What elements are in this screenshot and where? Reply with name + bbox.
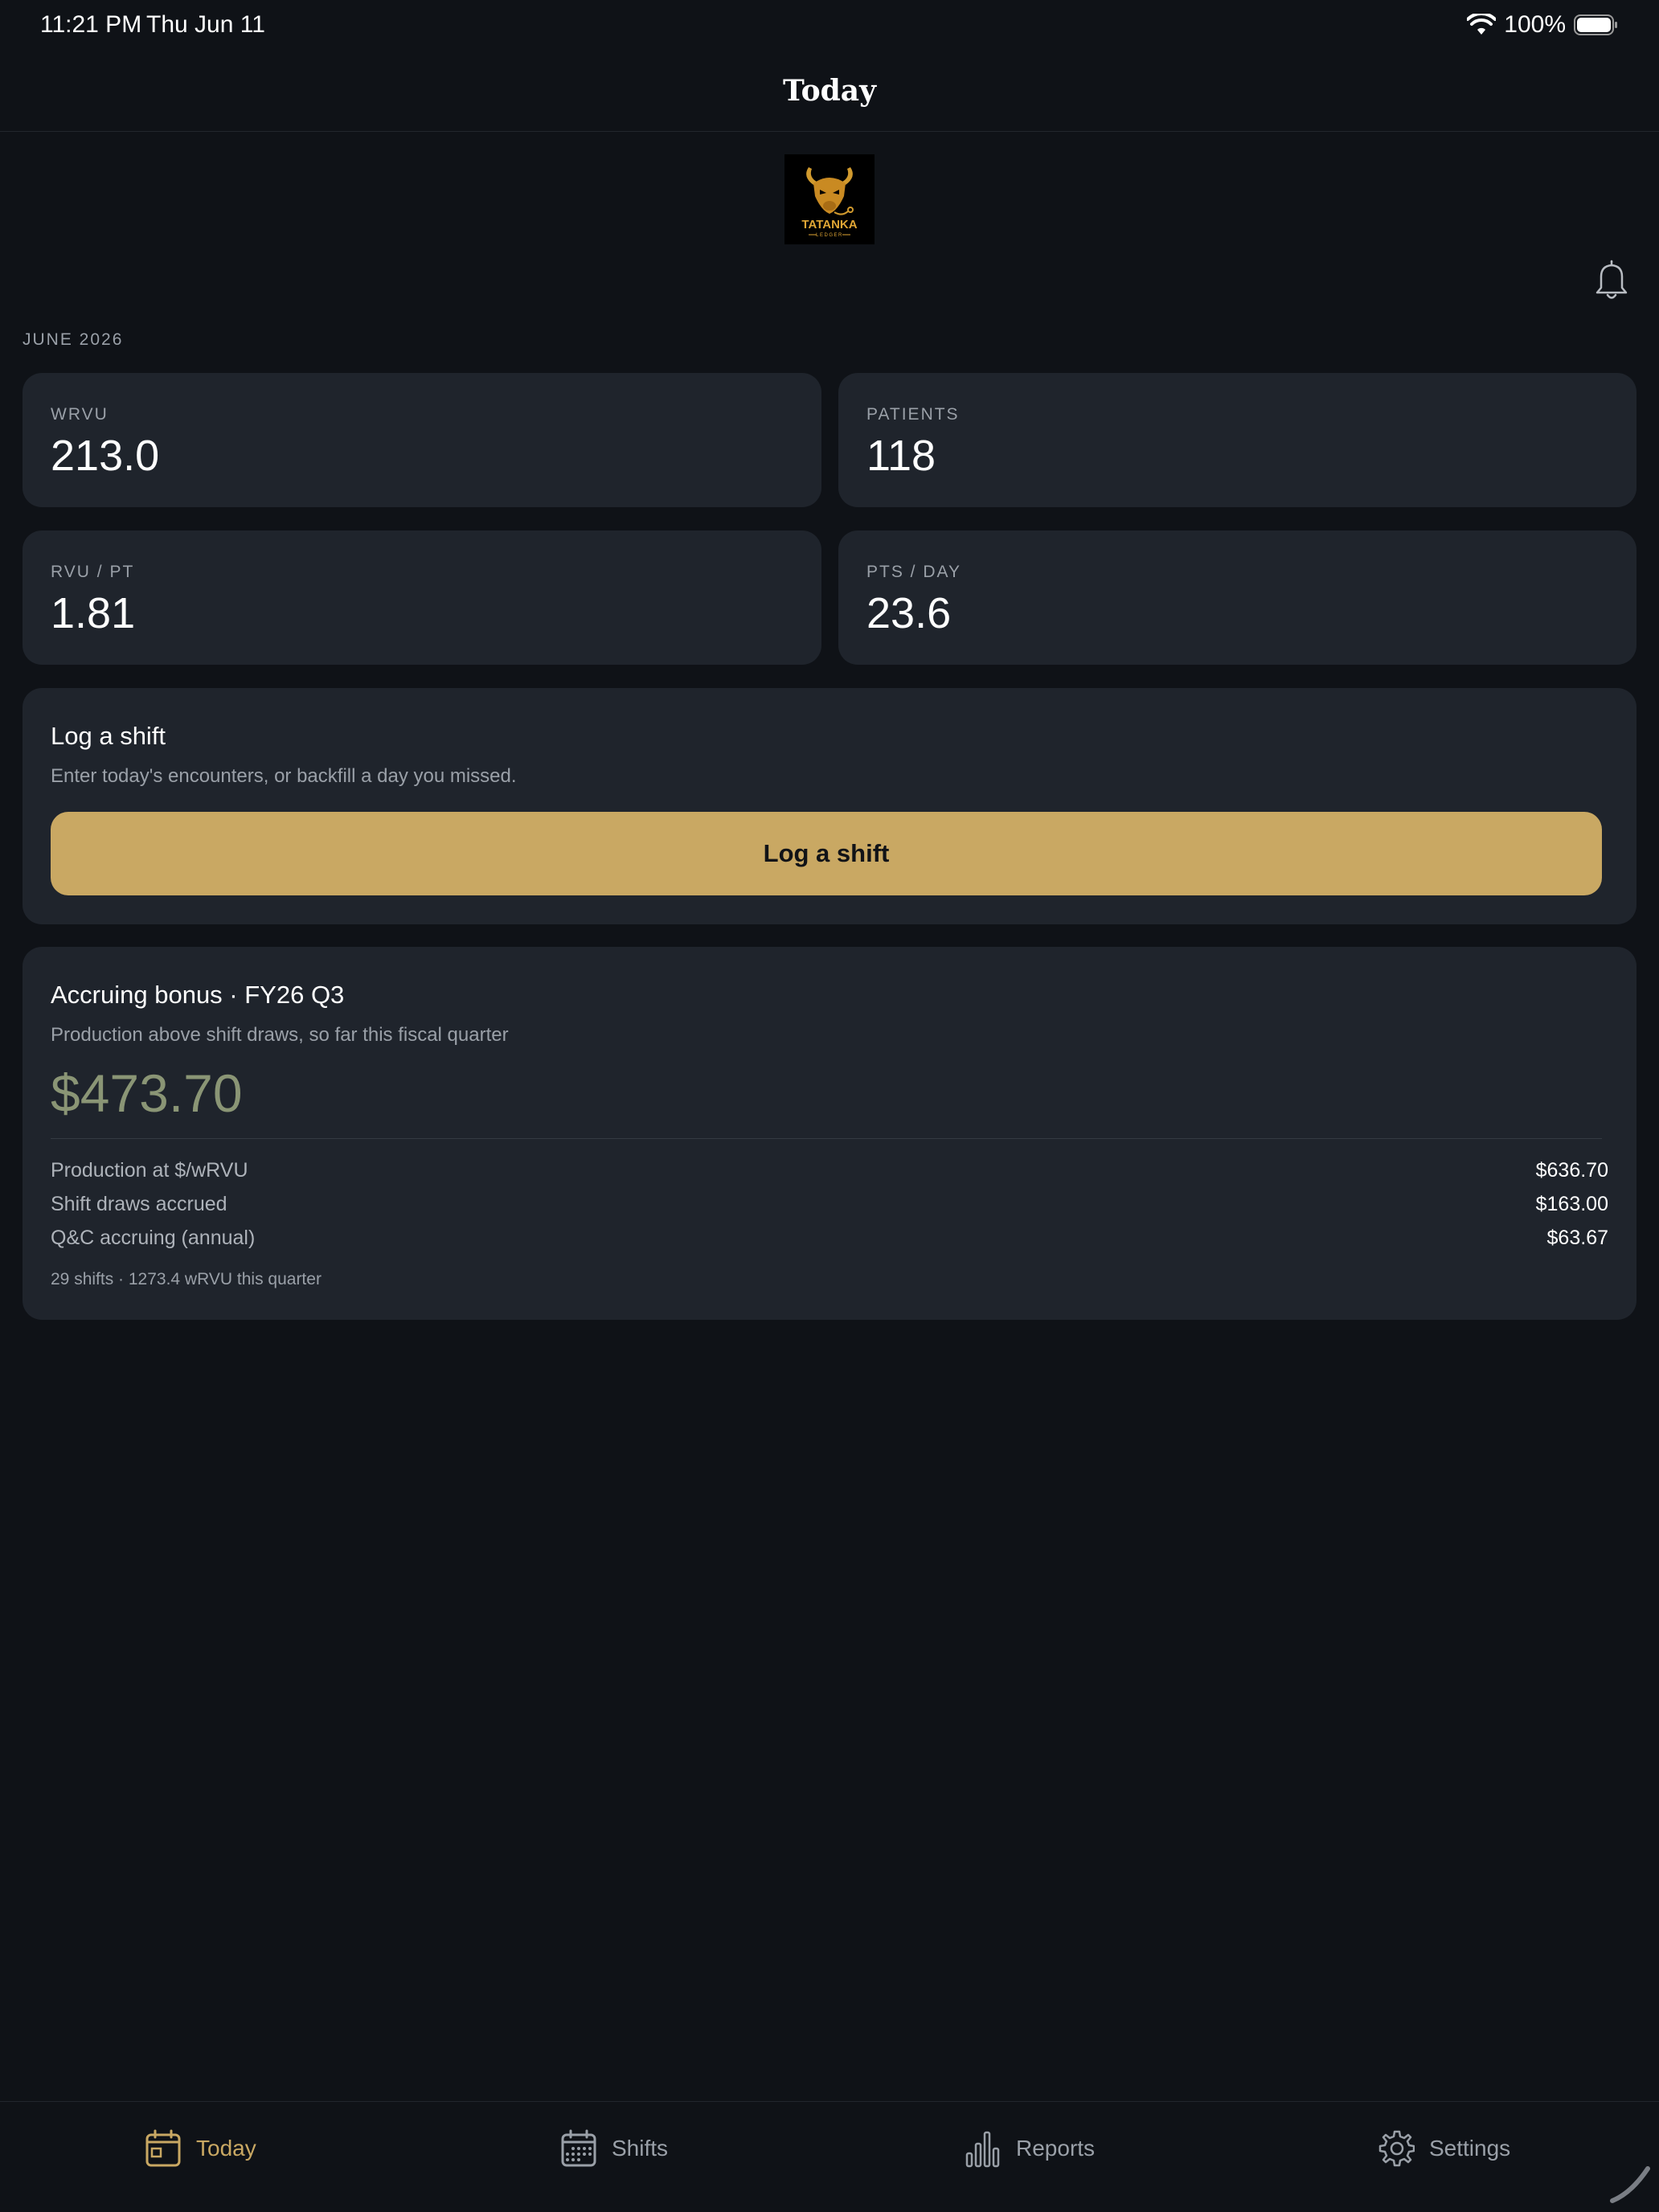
logo-brand-text: TATANKA LEDGER: [801, 218, 857, 238]
month-label: JUNE 2026: [23, 330, 124, 349]
shift-draws-label: Shift draws accrued: [51, 1193, 227, 1215]
wifi-icon: [1467, 14, 1497, 35]
gear-icon: [1378, 2130, 1415, 2167]
bison-logo-icon: TATANKA LEDGER: [784, 154, 875, 244]
production-value: $636.70: [1535, 1159, 1608, 1182]
tab-label: Settings: [1429, 2136, 1511, 2161]
stat-label: RVU / PT: [51, 563, 135, 581]
battery-icon: [1574, 14, 1617, 35]
stat-label: WRVU: [51, 405, 109, 424]
divider: [51, 1138, 1602, 1139]
bonus-amount: $473.70: [51, 1063, 243, 1123]
tab-label: Reports: [1016, 2136, 1096, 2161]
navigation-bar: Today: [0, 51, 1659, 132]
tab-label: Today: [196, 2136, 256, 2161]
stat-card-patients: PATIENTS 118: [838, 373, 1636, 507]
tab-settings[interactable]: Settings: [1378, 2126, 1510, 2171]
stat-card-wrvu: WRVU 213.0: [23, 373, 821, 507]
accruing-bonus-card: Accruing bonus · FY26 Q3 Production abov…: [23, 947, 1636, 1320]
log-shift-card: Log a shift Enter today's encounters, or…: [23, 688, 1636, 924]
quarter-footnote: 29 shifts · 1273.4 wRVU this quarter: [51, 1270, 322, 1288]
stat-value: 118: [866, 432, 936, 480]
qc-accruing-label: Q&C accruing (annual): [51, 1227, 256, 1249]
status-indicators: 100%: [1467, 11, 1619, 39]
tab-reports[interactable]: Reports: [965, 2126, 1095, 2171]
qc-accruing-value: $63.67: [1546, 1227, 1608, 1249]
stat-label: PATIENTS: [866, 405, 960, 424]
calendar-today-icon: [145, 2129, 181, 2167]
stat-value: 23.6: [866, 589, 952, 637]
notifications-button[interactable]: [1593, 259, 1630, 301]
svg-text:LEDGER: LEDGER: [816, 233, 843, 238]
stat-value: 1.81: [51, 589, 136, 637]
today-screen: 11:21 PM Thu Jun 11 100% Today TATANKA L…: [0, 0, 1659, 2212]
stat-label: PTS / DAY: [866, 563, 961, 581]
log-shift-button[interactable]: Log a shift: [51, 812, 1602, 895]
calendar-grid-icon: [561, 2129, 596, 2167]
log-shift-title: Log a shift: [51, 722, 166, 750]
battery-percent: 100%: [1504, 11, 1566, 38]
tab-bar: Today Shifts Reports Settings: [0, 2101, 1659, 2212]
tab-shifts[interactable]: Shifts: [560, 2126, 668, 2171]
status-time: 11:21 PM: [40, 11, 142, 38]
page-title: Today: [782, 74, 877, 108]
status-date: Thu Jun 11: [146, 11, 265, 38]
tab-label: Shifts: [612, 2136, 669, 2161]
stat-value: 213.0: [51, 432, 160, 480]
stat-card-rvu-per-pt: RVU / PT 1.81: [23, 530, 821, 665]
bell-icon: [1596, 260, 1628, 299]
tab-today[interactable]: Today: [145, 2126, 256, 2171]
bonus-title: Accruing bonus · FY26 Q3: [51, 981, 345, 1009]
bar-chart-icon: [965, 2131, 1000, 2168]
stat-card-pts-per-day: PTS / DAY 23.6: [838, 530, 1636, 665]
log-shift-subtitle: Enter today's encounters, or backfill a …: [51, 765, 517, 787]
svg-text:TATANKA: TATANKA: [801, 218, 857, 231]
production-label: Production at $/wRVU: [51, 1159, 248, 1182]
shift-draws-value: $163.00: [1535, 1193, 1608, 1215]
status-bar: 11:21 PM Thu Jun 11 100%: [0, 0, 1659, 51]
app-logo: TATANKA LEDGER: [784, 154, 875, 244]
bonus-subtitle: Production above shift draws, so far thi…: [51, 1024, 509, 1046]
pencil-hover-indicator-icon: [1610, 2166, 1650, 2203]
